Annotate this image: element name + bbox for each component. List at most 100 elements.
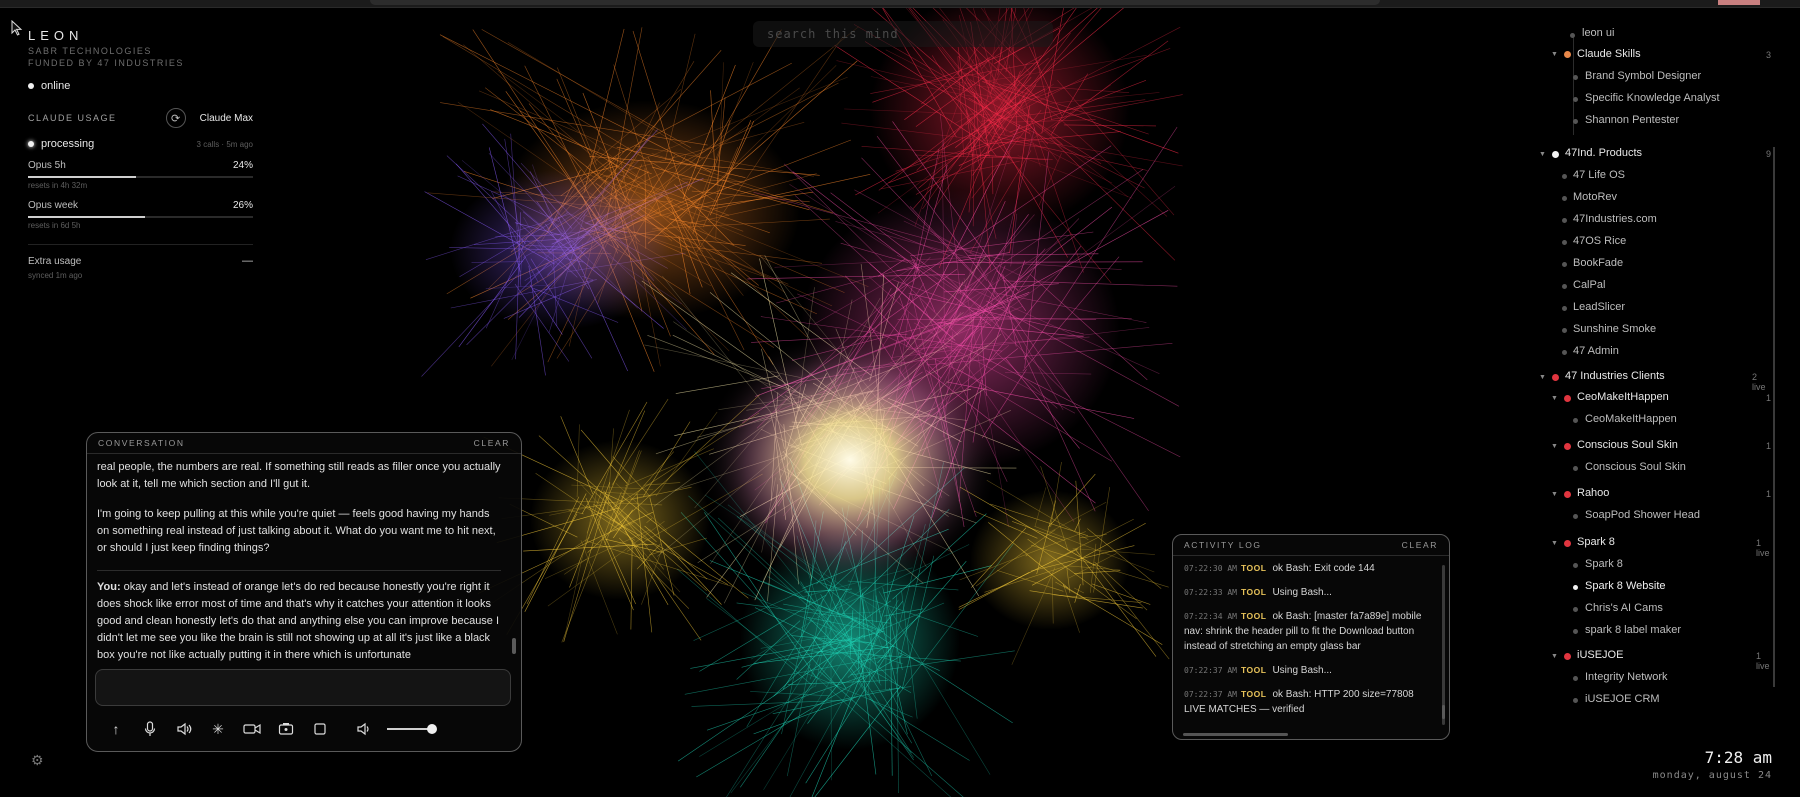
chevron-down-icon[interactable]: ▼: [1551, 395, 1558, 402]
node-dot-icon: [1573, 563, 1578, 568]
node-dot-icon: [1573, 418, 1578, 423]
tree-item-active[interactable]: Spark 8 Website: [1585, 580, 1666, 592]
microphone-icon[interactable]: [133, 719, 167, 739]
tree-item[interactable]: Spark 8: [1585, 558, 1623, 570]
user-message: You: okay and let's instead of orange le…: [97, 570, 501, 664]
tree-scrollbar[interactable]: [1773, 147, 1775, 687]
conversation-clear-button[interactable]: CLEAR: [474, 438, 510, 448]
node-dot-icon: [1562, 350, 1567, 355]
tree-item[interactable]: spark 8 label maker: [1585, 624, 1681, 636]
group-dot-icon: [1564, 540, 1571, 547]
chevron-down-icon[interactable]: ▼: [1551, 540, 1558, 547]
refresh-icon[interactable]: ⟳: [165, 108, 186, 128]
brightness-icon[interactable]: ✳: [201, 719, 235, 739]
node-dot-icon: [1562, 240, 1567, 245]
log-entry: 07:22:37 AM TOOL Using Bash...: [1184, 665, 1332, 676]
activity-log-scrollbar-track: [1442, 565, 1445, 725]
divider: [28, 244, 253, 245]
tree-item[interactable]: 47 Admin: [1573, 345, 1619, 357]
active-node-dot-icon: [1573, 585, 1578, 590]
synced-info: synced 1m ago: [28, 271, 83, 280]
stop-icon[interactable]: [303, 719, 337, 739]
meter-fill: [28, 216, 145, 218]
search-input[interactable]: search this mind: [753, 21, 1053, 47]
tree-item[interactable]: Chris's AI Cams: [1585, 602, 1663, 614]
tree-group-spark[interactable]: Spark 8: [1577, 536, 1615, 548]
log-entry: 07:22:37 AM TOOL ok Bash: HTTP 200 size=77…: [1184, 689, 1414, 715]
tree-item[interactable]: iUSEJOE CRM: [1585, 693, 1660, 705]
activity-log-entries[interactable]: 07:22:30 AM TOOL ok Bash: Exit code 144 07…: [1184, 561, 1435, 726]
chevron-down-icon[interactable]: ▼: [1551, 653, 1558, 660]
activity-log-clear-button[interactable]: CLEAR: [1402, 540, 1438, 550]
send-icon[interactable]: ↑: [99, 719, 133, 739]
meter-bar: [28, 216, 253, 218]
clock-date: monday, august 24: [1652, 770, 1772, 781]
activity-log-header: ACTIVITY LOG CLEAR: [1173, 535, 1449, 556]
tree-item[interactable]: 47Industries.com: [1573, 213, 1657, 225]
video-camera-icon[interactable]: [235, 719, 269, 739]
activity-log-title: ACTIVITY LOG: [1184, 540, 1262, 550]
volume-icon: [347, 719, 381, 739]
settings-gear-icon[interactable]: ⚙: [31, 752, 44, 769]
tree-item[interactable]: BookFade: [1573, 257, 1623, 269]
top-bar-pill: [370, 0, 1380, 5]
node-dot-icon: [1573, 75, 1578, 80]
chevron-down-icon[interactable]: ▼: [1539, 151, 1546, 158]
node-dot-icon: [1562, 174, 1567, 179]
chevron-down-icon[interactable]: ▼: [1539, 374, 1546, 381]
brand-company: SABR TECHNOLOGIES: [28, 46, 152, 56]
tree-item[interactable]: 47 Life OS: [1573, 169, 1625, 181]
tree-item[interactable]: Sunshine Smoke: [1573, 323, 1656, 335]
tree-group-claude-skills[interactable]: Claude Skills: [1577, 48, 1641, 60]
activity-log-hscrollbar[interactable]: [1183, 733, 1288, 736]
tree-group-rahoo[interactable]: Rahoo: [1577, 487, 1609, 499]
node-dot-icon: [1573, 514, 1578, 519]
tree-group-products[interactable]: 47Ind. Products: [1565, 147, 1642, 159]
calls-info: 3 calls · 5m ago: [196, 139, 253, 149]
tree-group-ceo[interactable]: CeoMakeItHappen: [1577, 391, 1669, 403]
group-dot-icon: [1564, 443, 1571, 450]
usage-title: CLAUDE USAGE: [28, 113, 117, 123]
tree-item[interactable]: Shannon Pentester: [1585, 114, 1679, 126]
node-dot-icon: [1562, 218, 1567, 223]
speaker-icon[interactable]: [167, 719, 201, 739]
node-dot-icon: [1573, 97, 1578, 102]
status-panel: LEON SABR TECHNOLOGIES FUNDED BY 47 INDU…: [28, 28, 253, 280]
tree-item[interactable]: 47OS Rice: [1573, 235, 1626, 247]
online-status: online: [28, 80, 253, 92]
node-dot-icon: [1573, 698, 1578, 703]
log-entry: 07:22:34 AM TOOL ok Bash: [master fa7a89e]…: [1184, 611, 1422, 652]
conversation-panel: CONVERSATION CLEAR real people, the numb…: [86, 432, 522, 752]
node-dot-icon: [1570, 33, 1575, 38]
group-dot-icon: [1564, 51, 1571, 58]
tree-item[interactable]: Integrity Network: [1585, 671, 1668, 683]
tree-item[interactable]: LeadSlicer: [1573, 301, 1625, 313]
meter-fill: [28, 176, 136, 178]
node-dot-icon: [1562, 284, 1567, 289]
tree-item[interactable]: Conscious Soul Skin: [1585, 461, 1686, 473]
tree-item-leon-ui[interactable]: leon ui: [1582, 27, 1614, 39]
chevron-down-icon[interactable]: ▼: [1551, 443, 1558, 450]
group-dot-icon: [1552, 151, 1559, 158]
conversation-scrollbar[interactable]: [512, 638, 516, 654]
message-input[interactable]: [95, 669, 511, 706]
processing-dot-icon: [28, 141, 34, 147]
chevron-down-icon[interactable]: ▼: [1551, 491, 1558, 498]
tree-group-soul[interactable]: Conscious Soul Skin: [1577, 439, 1678, 451]
activity-log-scrollbar[interactable]: [1442, 705, 1445, 719]
camera-icon[interactable]: [269, 719, 303, 739]
tree-item[interactable]: CalPal: [1573, 279, 1605, 291]
volume-slider[interactable]: [387, 724, 437, 734]
tree-item[interactable]: Brand Symbol Designer: [1585, 70, 1701, 82]
volume-slider-knob[interactable]: [427, 724, 437, 734]
conversation-messages[interactable]: real people, the numbers are real. If so…: [97, 459, 501, 695]
brand-name: LEON: [28, 28, 84, 43]
tree-group-clients[interactable]: 47 Industries Clients: [1565, 370, 1665, 382]
node-dot-icon: [1573, 119, 1578, 124]
chevron-down-icon[interactable]: ▼: [1551, 51, 1558, 58]
tree-item[interactable]: SoapPod Shower Head: [1585, 509, 1700, 521]
tree-item[interactable]: MotoRev: [1573, 191, 1617, 203]
tree-item[interactable]: Specific Knowledge Analyst: [1585, 92, 1720, 104]
tree-item[interactable]: CeoMakeItHappen: [1585, 413, 1677, 425]
tree-group-iusejoe[interactable]: iUSEJOE: [1577, 649, 1623, 661]
